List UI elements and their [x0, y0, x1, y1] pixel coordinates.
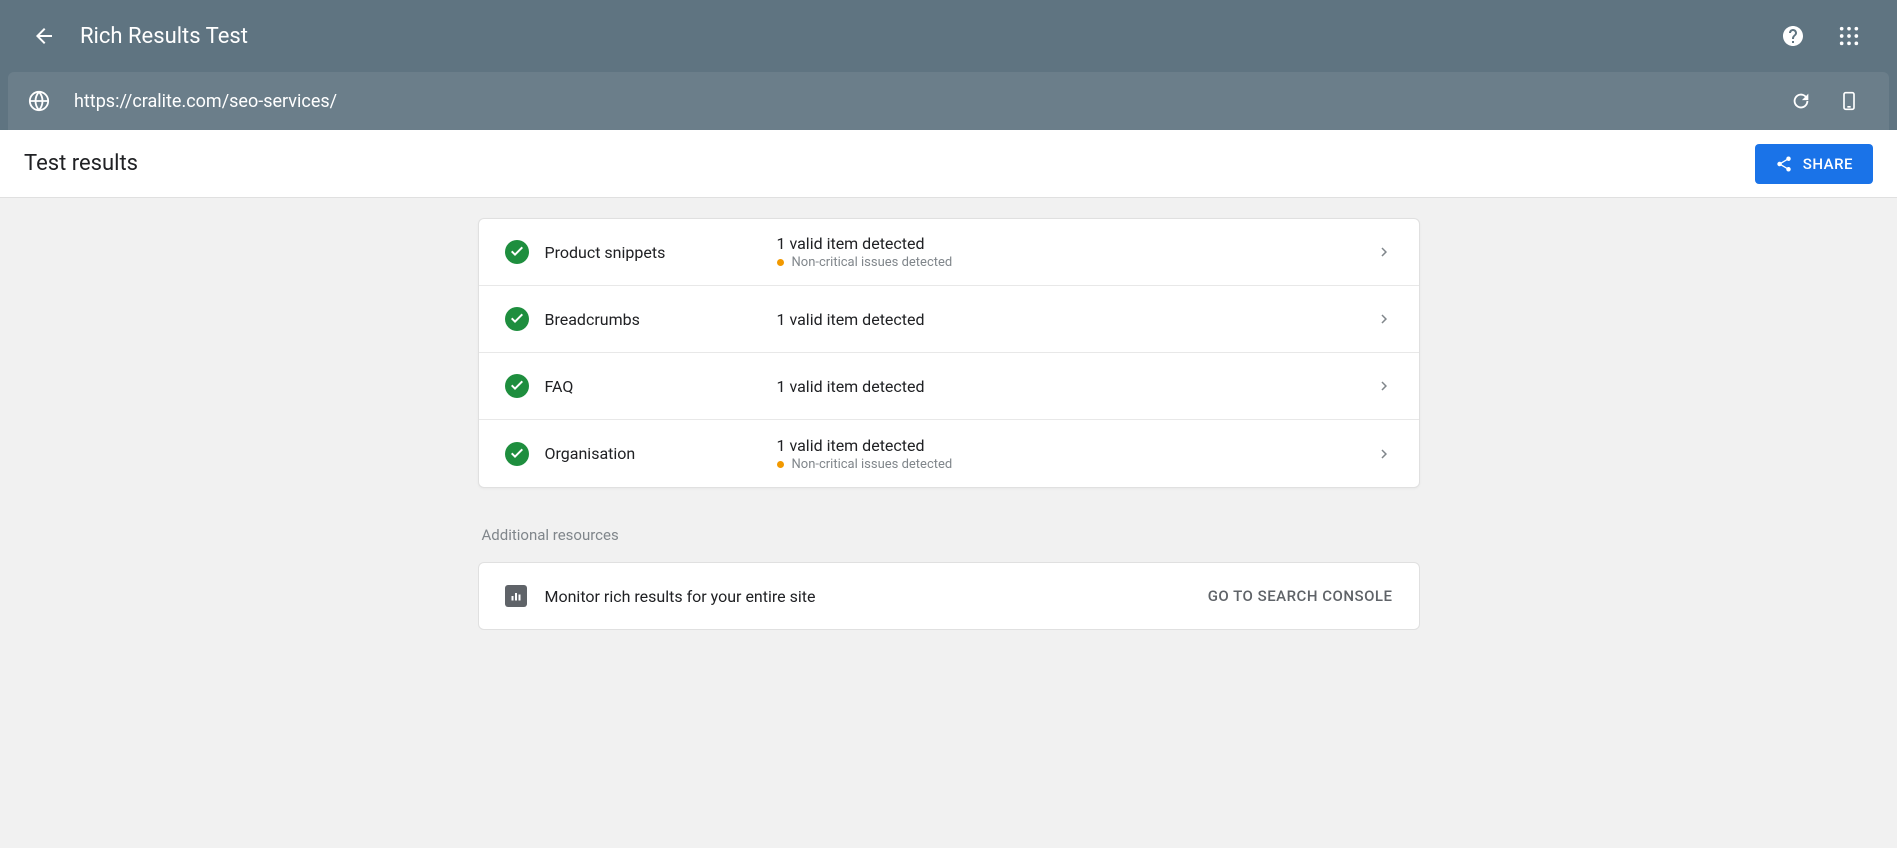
main-content: Product snippets 1 valid item detected N…	[0, 198, 1897, 848]
smartphone-icon	[1839, 88, 1859, 114]
additional-resources-title: Additional resources	[482, 526, 1420, 544]
resource-text: Monitor rich results for your entire sit…	[545, 587, 1208, 606]
results-label: Test results	[24, 151, 1755, 176]
chevron-right-icon	[1375, 243, 1393, 261]
app-header: Rich Results Test	[0, 0, 1897, 72]
result-row-faq[interactable]: FAQ 1 valid item detected	[479, 353, 1419, 420]
result-detail: 1 valid item detected	[777, 310, 1363, 329]
result-name: Breadcrumbs	[545, 310, 777, 329]
analytics-icon	[505, 585, 527, 607]
reload-button[interactable]	[1781, 81, 1821, 121]
back-button[interactable]	[24, 16, 64, 56]
apps-grid-icon	[1838, 25, 1860, 47]
check-icon	[505, 240, 529, 264]
url-bar: https://cralite.com/seo-services/	[8, 72, 1889, 130]
check-icon	[505, 374, 529, 398]
result-detail: 1 valid item detected	[777, 377, 1363, 396]
help-icon	[1781, 24, 1805, 48]
device-button[interactable]	[1829, 81, 1869, 121]
chevron-right-icon	[1375, 377, 1393, 395]
result-primary: 1 valid item detected	[777, 436, 1363, 455]
result-primary: 1 valid item detected	[777, 310, 1363, 329]
share-icon	[1775, 155, 1793, 173]
globe-icon	[28, 90, 50, 112]
result-primary: 1 valid item detected	[777, 377, 1363, 396]
check-icon	[505, 307, 529, 331]
warning-dot-icon	[777, 461, 784, 468]
result-row-breadcrumbs[interactable]: Breadcrumbs 1 valid item detected	[479, 286, 1419, 353]
result-row-organisation[interactable]: Organisation 1 valid item detected Non-c…	[479, 420, 1419, 487]
share-button[interactable]: SHARE	[1755, 144, 1873, 184]
results-bar: Test results SHARE	[0, 130, 1897, 198]
help-button[interactable]	[1769, 12, 1817, 60]
result-row-product-snippets[interactable]: Product snippets 1 valid item detected N…	[479, 219, 1419, 286]
go-to-search-console-button[interactable]: GO TO SEARCH CONSOLE	[1208, 587, 1393, 605]
results-card: Product snippets 1 valid item detected N…	[478, 218, 1420, 488]
result-primary: 1 valid item detected	[777, 234, 1363, 253]
arrow-left-icon	[32, 24, 56, 48]
resource-card: Monitor rich results for your entire sit…	[478, 562, 1420, 630]
content-column: Product snippets 1 valid item detected N…	[478, 218, 1420, 788]
result-name: FAQ	[545, 377, 777, 396]
apps-button[interactable]	[1825, 12, 1873, 60]
chevron-right-icon	[1375, 310, 1393, 328]
reload-icon	[1790, 90, 1812, 112]
result-secondary: Non-critical issues detected	[777, 255, 1363, 270]
app-title: Rich Results Test	[80, 24, 1761, 49]
result-name: Organisation	[545, 444, 777, 463]
share-button-label: SHARE	[1803, 155, 1853, 173]
result-detail: 1 valid item detected Non-critical issue…	[777, 234, 1363, 270]
warning-dot-icon	[777, 259, 784, 266]
url-bar-container: https://cralite.com/seo-services/	[0, 72, 1897, 130]
chevron-right-icon	[1375, 445, 1393, 463]
result-name: Product snippets	[545, 243, 777, 262]
tested-url[interactable]: https://cralite.com/seo-services/	[74, 91, 1773, 112]
result-secondary: Non-critical issues detected	[777, 457, 1363, 472]
result-detail: 1 valid item detected Non-critical issue…	[777, 436, 1363, 472]
check-icon	[505, 442, 529, 466]
